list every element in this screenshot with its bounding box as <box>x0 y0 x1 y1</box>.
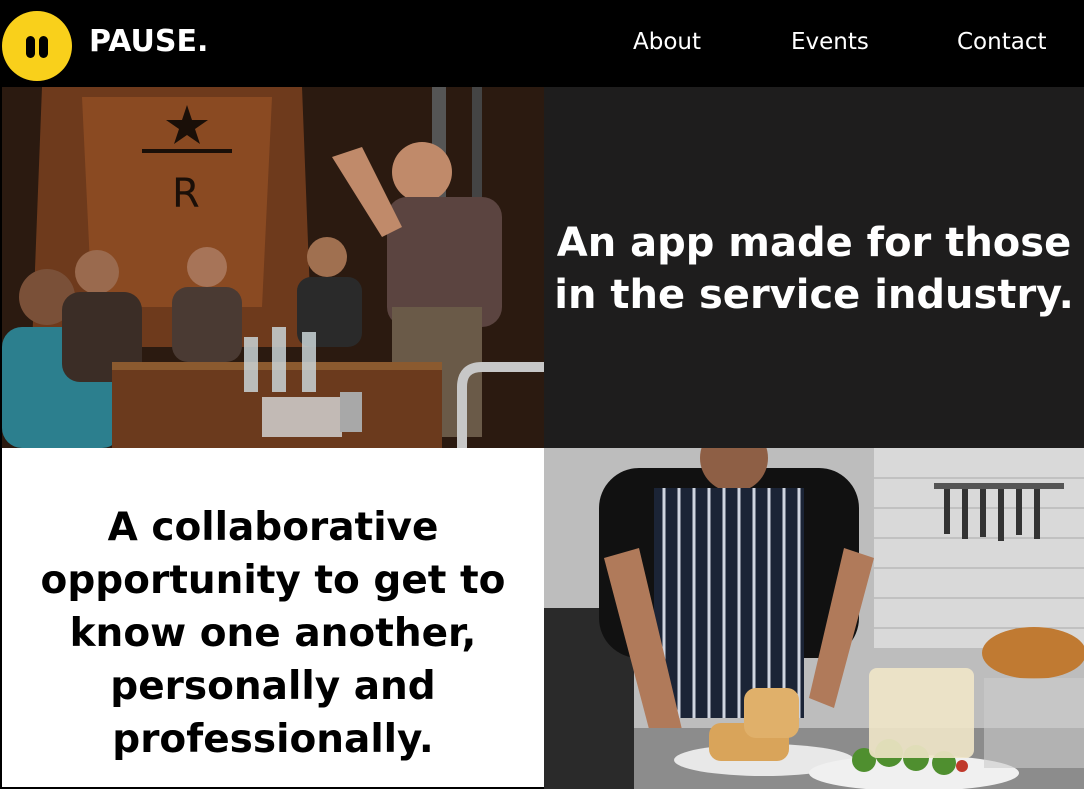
collab-panel: A collaborative opportunity to get to kn… <box>2 448 544 787</box>
nav-link-events[interactable]: Events <box>791 26 869 58</box>
nav-link-about[interactable]: About <box>633 26 701 58</box>
page: PAUSE. About Events Contact R An app mad… <box>0 0 1084 789</box>
chef-photo-illustration <box>544 448 1084 789</box>
svg-text:R: R <box>172 171 200 217</box>
headline-primary: An app made for those in the service ind… <box>554 220 1074 318</box>
nav-link-contact[interactable]: Contact <box>957 26 1046 58</box>
intro-panel: An app made for those in the service ind… <box>544 87 1084 448</box>
pause-logo-icon[interactable] <box>2 11 72 81</box>
bartender-photo-illustration: R <box>2 87 544 448</box>
pause-bar-right <box>39 36 48 58</box>
headline-secondary: A collaborative opportunity to get to kn… <box>40 505 506 762</box>
navbar: PAUSE. About Events Contact <box>0 0 1084 87</box>
brand-name[interactable]: PAUSE. <box>89 22 208 62</box>
chef-photo <box>544 448 1084 789</box>
bartender-photo: R <box>2 87 544 448</box>
pause-bar-left <box>26 36 35 58</box>
